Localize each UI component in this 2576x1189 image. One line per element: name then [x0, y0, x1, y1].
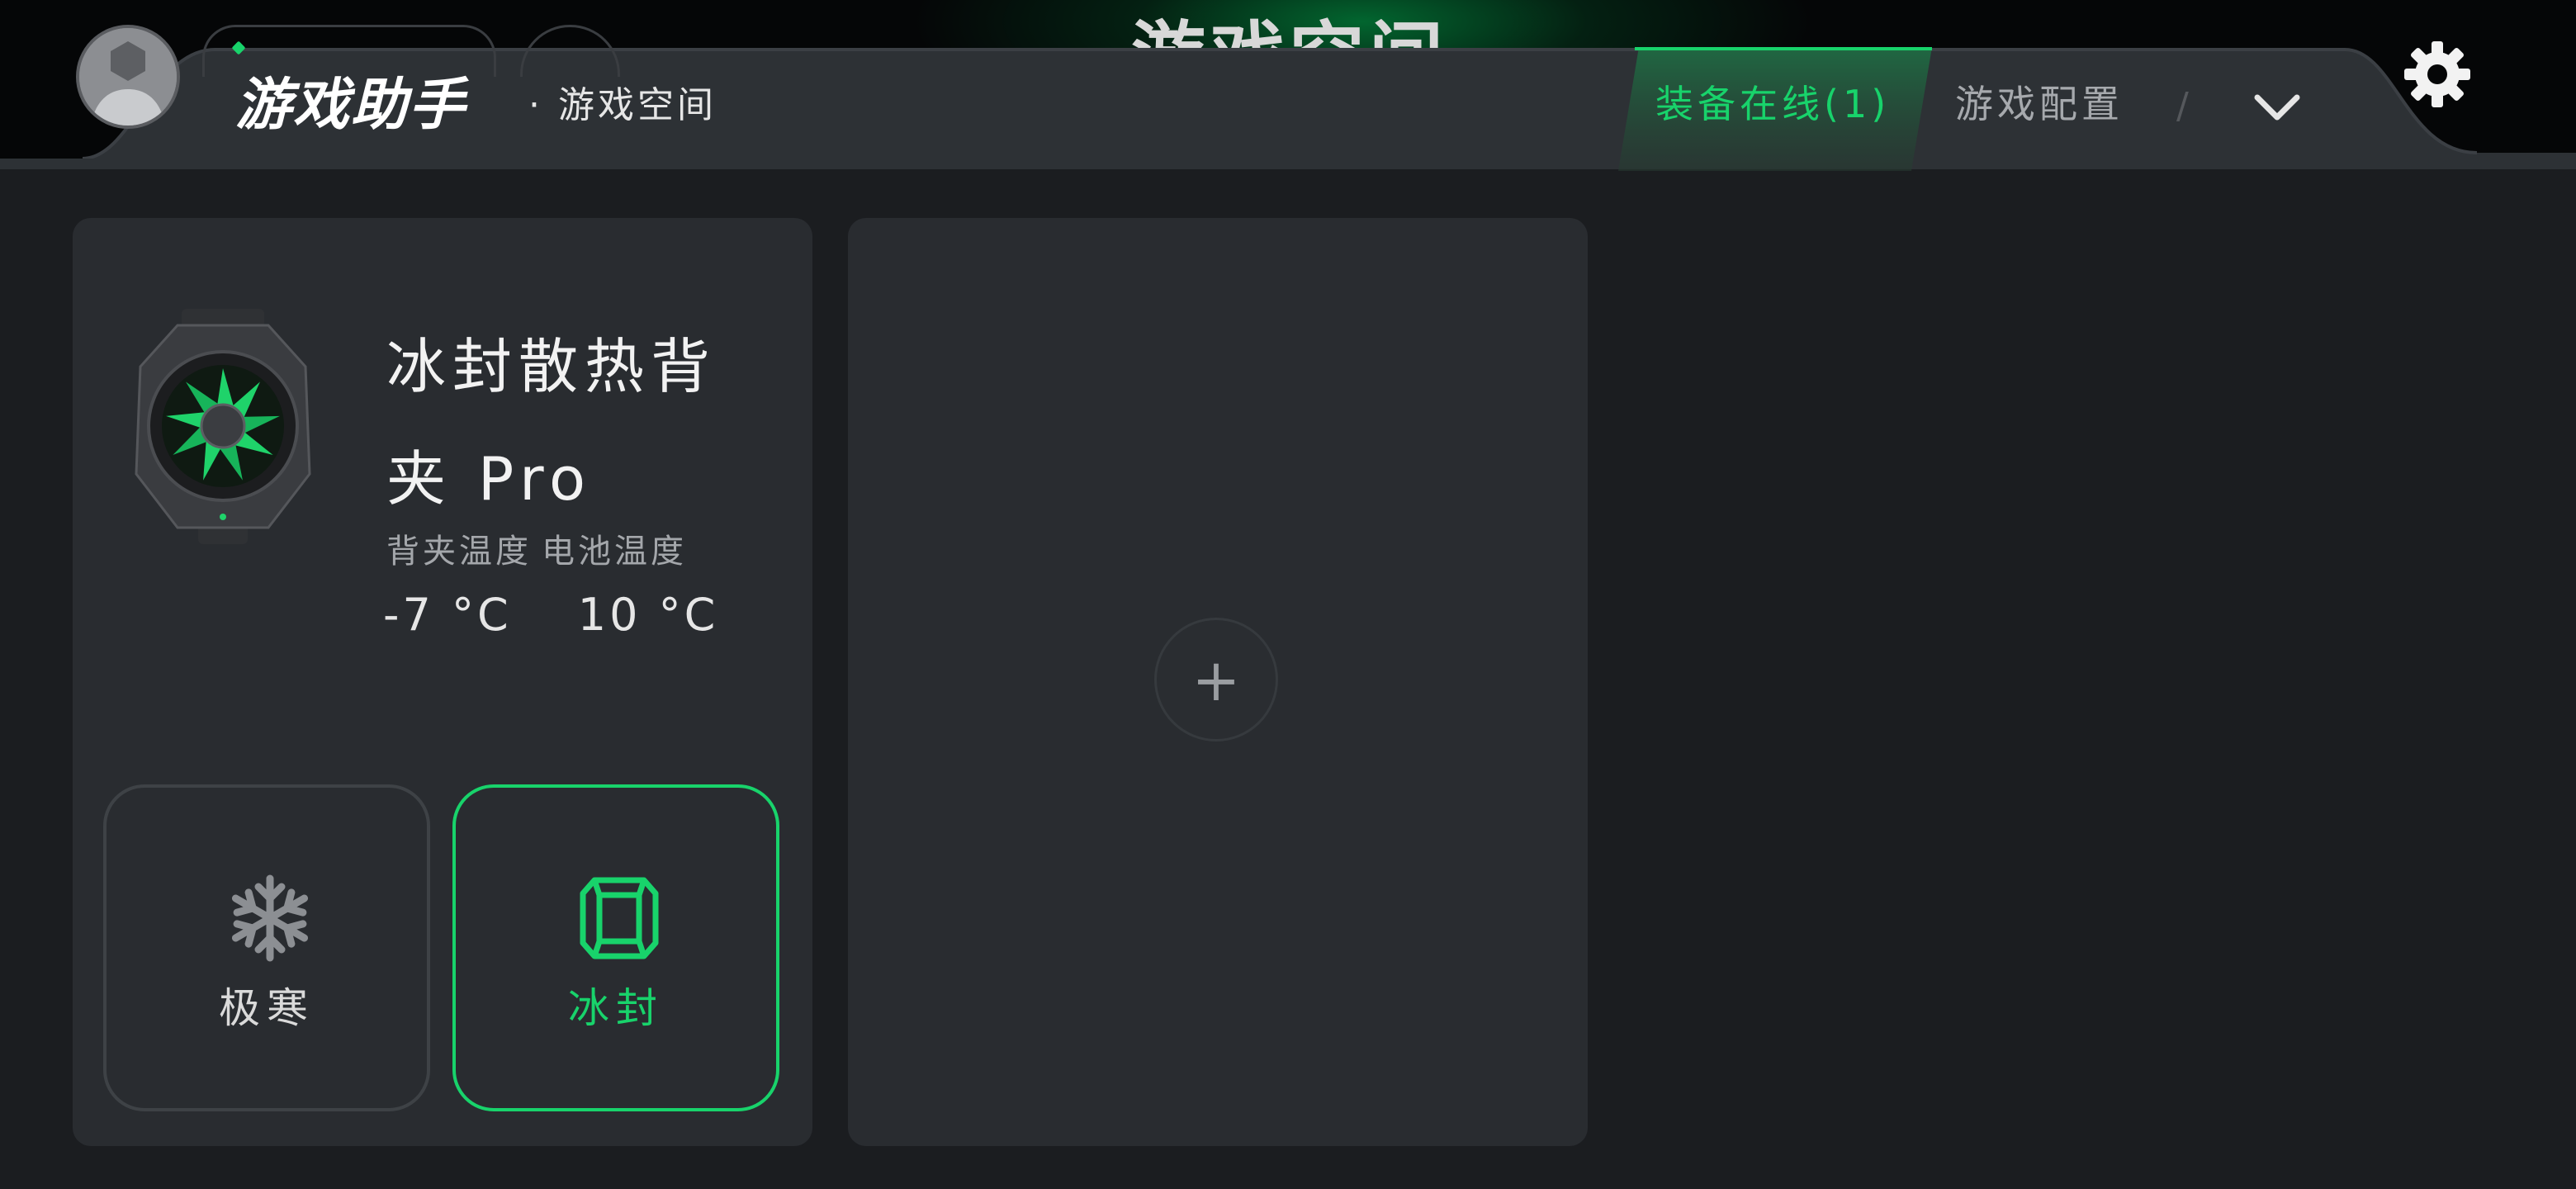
gear-icon[interactable]	[2403, 40, 2472, 109]
cooler-device-image	[135, 309, 311, 544]
device-name: 冰封散热背 夹 Pro	[386, 310, 750, 535]
avatar-icon	[79, 28, 177, 126]
clip-temp-value: -7 °C	[383, 589, 512, 641]
snowflake-icon	[231, 874, 309, 962]
mode-ice-seal-label: 冰封	[568, 984, 664, 1032]
ice-block-icon	[580, 877, 659, 959]
tab-equipment-online[interactable]: 装备在线(1)	[1655, 78, 1890, 130]
brand-subtitle: · 游戏空间	[528, 84, 717, 126]
header-pill-decoration	[202, 25, 496, 77]
mode-extreme-cold-label: 极寒	[219, 984, 315, 1032]
battery-temp-value: 10 °C	[577, 589, 719, 641]
plus-icon: +	[1191, 647, 1241, 714]
mode-extreme-cold-button[interactable]: 极寒	[103, 784, 430, 1111]
tab-game-config[interactable]: 游戏配置	[1955, 78, 2124, 130]
device-name-line2: 夹 Pro	[386, 444, 593, 514]
add-device-card[interactable]: +	[848, 218, 1588, 1146]
add-device-button[interactable]: +	[1154, 618, 1278, 741]
avatar[interactable]	[76, 25, 180, 129]
device-card[interactable]: 冰封散热背 夹 Pro 背夹温度 电池温度 -7 °C 10 °C 极寒 冰封	[73, 218, 812, 1146]
temperature-labels: 背夹温度 电池温度	[386, 528, 697, 575]
mode-ice-seal-button[interactable]: 冰封	[452, 784, 779, 1111]
chevron-down-icon[interactable]	[2252, 83, 2302, 132]
tab-separator: /	[2176, 85, 2189, 127]
brand-title: 游戏助手	[235, 73, 467, 138]
temperature-values: -7 °C 10 °C	[383, 586, 718, 644]
device-name-line1: 冰封散热背	[386, 332, 717, 401]
battery-temp-label: 电池温度	[542, 533, 687, 571]
clip-temp-label: 背夹温度	[386, 533, 532, 571]
game-assistant-screen: 游戏空间 游戏助手 · 游戏空间 装备在线(1) 游戏配置 /	[0, 0, 2576, 1189]
